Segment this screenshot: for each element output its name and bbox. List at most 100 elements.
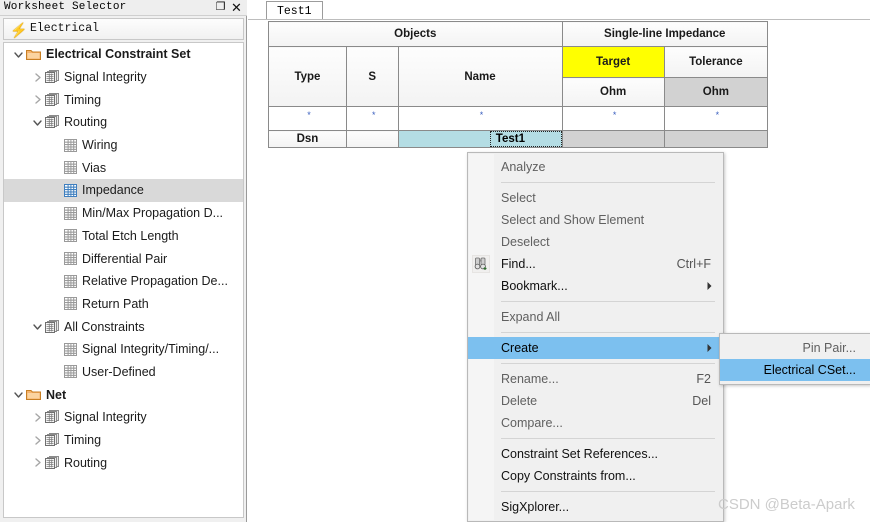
filter-target[interactable]: * xyxy=(562,107,664,131)
tabstrip: Test1 xyxy=(248,0,870,20)
tree-item-signal-integrity[interactable]: Signal Integrity xyxy=(4,406,243,429)
create-submenu[interactable]: Pin Pair... Electrical CSet... xyxy=(719,333,870,385)
filter-type[interactable]: * xyxy=(269,107,347,131)
submenu-item-electrical-cset[interactable]: Electrical CSet... xyxy=(720,359,870,381)
col-header-s[interactable]: S xyxy=(346,47,398,107)
cell-tolerance[interactable] xyxy=(664,131,767,148)
menu-item-label: SigXplorer... xyxy=(501,500,569,514)
chevron-down-icon[interactable] xyxy=(31,116,44,129)
menu-item-copy-constraints-from[interactable]: Copy Constraints from... xyxy=(468,465,723,487)
menu-item-shortcut: Del xyxy=(692,390,711,412)
chevron-right-icon[interactable] xyxy=(31,71,44,84)
menu-item-label: Delete xyxy=(501,394,537,408)
tree-indent xyxy=(4,440,31,441)
submenu-item-label: Pin Pair... xyxy=(803,341,857,355)
table-row[interactable]: Dsn Test1 xyxy=(269,131,768,148)
menu-item-find[interactable]: Find...Ctrl+F xyxy=(468,253,723,275)
group-header-impedance: Single-line Impedance xyxy=(562,22,768,47)
menu-item-compare: Compare... xyxy=(468,412,723,434)
tab-test1[interactable]: Test1 xyxy=(266,1,323,20)
tree-item-label: Routing xyxy=(59,115,107,129)
tree-item-relative-propagation-de[interactable]: Relative Propagation De... xyxy=(4,270,243,293)
tree-item-total-etch-length[interactable]: Total Etch Length xyxy=(4,225,243,248)
cell-name[interactable]: Test1 xyxy=(398,131,562,148)
twisty-spacer xyxy=(50,207,63,220)
menu-item-constraint-set-references[interactable]: Constraint Set References... xyxy=(468,443,723,465)
chevron-right-icon xyxy=(706,337,713,359)
grid-icon xyxy=(64,184,77,197)
tree-indent xyxy=(4,145,50,146)
tree-item-wiring[interactable]: Wiring xyxy=(4,134,243,157)
tree-item-label: All Constraints xyxy=(59,320,145,334)
table-filter-row[interactable]: * * * * * xyxy=(269,107,768,131)
menu-item-bookmark[interactable]: Bookmark... xyxy=(468,275,723,297)
tree-item-return-path[interactable]: Return Path xyxy=(4,293,243,316)
col-header-type[interactable]: Type xyxy=(269,47,347,107)
tree-item-all-constraints[interactable]: All Constraints xyxy=(4,315,243,338)
tree-item-timing[interactable]: Timing xyxy=(4,429,243,452)
twisty-spacer xyxy=(50,229,63,242)
tree-item-routing[interactable]: Routing xyxy=(4,111,243,134)
tree-indent xyxy=(4,54,12,55)
menu-item-delete: Delete Del xyxy=(468,390,723,412)
tree-indent xyxy=(4,235,50,236)
filter-s[interactable]: * xyxy=(346,107,398,131)
chevron-right-icon[interactable] xyxy=(31,93,44,106)
tree-item-label: Signal Integrity xyxy=(59,410,147,424)
tree-item-electrical-constraint-set[interactable]: Electrical Constraint Set xyxy=(4,43,243,66)
cell-s[interactable] xyxy=(346,131,398,148)
tree-item-label: Min/Max Propagation D... xyxy=(77,206,223,220)
menu-item-rename: Rename...F2 xyxy=(468,368,723,390)
tree-item-vias[interactable]: Vias xyxy=(4,156,243,179)
cell-name-selected[interactable]: Test1 xyxy=(490,131,562,147)
menu-item-label: Deselect xyxy=(501,235,550,249)
close-glyph: ✕ xyxy=(230,1,243,14)
cell-type[interactable]: Dsn xyxy=(269,131,347,148)
menu-item-select-and-show-element: Select and Show Element xyxy=(468,209,723,231)
menu-item-sigxplorer[interactable]: SigXplorer... xyxy=(468,496,723,518)
filter-tolerance[interactable]: * xyxy=(664,107,767,131)
close-icon[interactable]: ✕ xyxy=(230,1,243,14)
electrical-header-label: Electrical xyxy=(30,22,99,35)
menu-item-label: Constraint Set References... xyxy=(501,447,658,461)
menu-item-create[interactable]: Create xyxy=(468,337,723,359)
chevron-right-icon[interactable] xyxy=(31,434,44,447)
tree-item-routing[interactable]: Routing xyxy=(4,451,243,474)
menu-item-label: Find... xyxy=(501,257,536,271)
tree-item-signal-integrity-timing[interactable]: Signal Integrity/Timing/... xyxy=(4,338,243,361)
tree-item-user-defined[interactable]: User-Defined xyxy=(4,361,243,384)
watermark: CSDN @Beta-Apark xyxy=(718,496,855,513)
worksheet-tree[interactable]: Electrical Constraint SetSignal Integrit… xyxy=(3,42,244,518)
menu-item-label: Bookmark... xyxy=(501,279,568,293)
tree-item-signal-integrity[interactable]: Signal Integrity xyxy=(4,66,243,89)
tree-item-differential-pair[interactable]: Differential Pair xyxy=(4,247,243,270)
chevron-down-icon[interactable] xyxy=(12,48,25,61)
restore-icon[interactable]: ❐ xyxy=(214,1,227,14)
twisty-spacer xyxy=(50,252,63,265)
tree-item-label: Total Etch Length xyxy=(77,229,179,243)
chevron-down-icon[interactable] xyxy=(31,320,44,333)
unit-target: Ohm xyxy=(562,78,664,107)
chevron-right-icon[interactable] xyxy=(31,411,44,424)
sheets-icon xyxy=(45,433,59,447)
col-header-name[interactable]: Name xyxy=(398,47,562,107)
tree-item-net[interactable]: Net xyxy=(4,383,243,406)
electrical-header[interactable]: ⚡ Electrical xyxy=(3,18,244,40)
filter-name[interactable]: * xyxy=(398,107,562,131)
tree-item-timing[interactable]: Timing xyxy=(4,88,243,111)
cell-target[interactable] xyxy=(562,131,664,148)
filter-star: * xyxy=(304,110,311,120)
tree-item-label: Return Path xyxy=(77,297,149,311)
col-header-target[interactable]: Target xyxy=(562,47,664,78)
menu-item-expand-all: Expand All xyxy=(468,306,723,328)
chevron-right-icon[interactable] xyxy=(31,456,44,469)
tree-item-impedance[interactable]: Impedance xyxy=(4,179,243,202)
tree-item-label: Wiring xyxy=(77,138,117,152)
tree-item-label: Impedance xyxy=(77,183,144,197)
chevron-down-icon[interactable] xyxy=(12,388,25,401)
context-menu[interactable]: AnalyzeSelectSelect and Show ElementDese… xyxy=(467,152,724,522)
tree-indent xyxy=(4,394,12,395)
folder-icon xyxy=(26,48,41,61)
tree-item-min-max-propagation-d[interactable]: Min/Max Propagation D... xyxy=(4,202,243,225)
col-header-tolerance[interactable]: Tolerance xyxy=(664,47,767,78)
